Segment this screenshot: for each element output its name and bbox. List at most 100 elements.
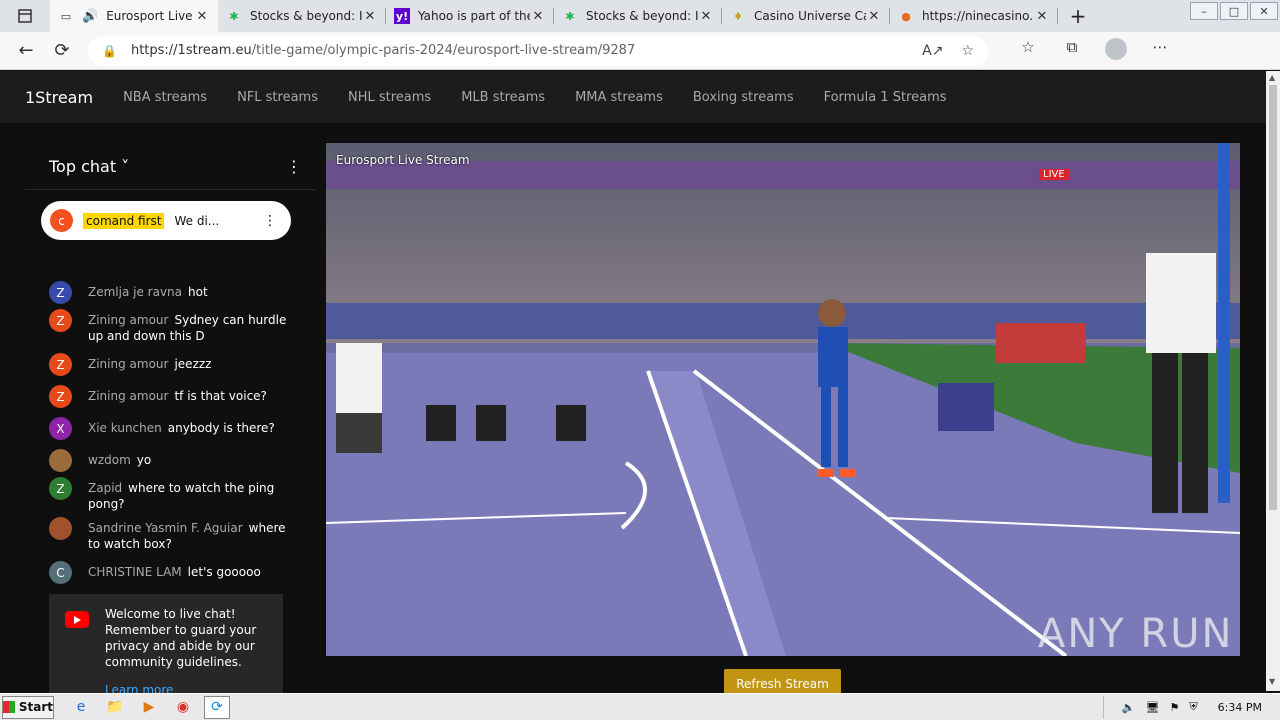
chat-message: C CHRISTINE LAM let's gooooo	[49, 561, 289, 584]
youtube-icon	[65, 611, 89, 628]
avatar[interactable]	[49, 517, 72, 540]
stocks-icon: ✱	[565, 9, 575, 23]
new-tab-button[interactable]: +	[1058, 0, 1098, 32]
tab-title: Yahoo is part of the	[418, 9, 530, 23]
ninecasino-icon: ●	[901, 9, 911, 23]
live-chat-panel: Top chat ˅ ⋮ c comand first We di... ⋮ Z…	[25, 143, 316, 693]
minimize-button[interactable]: –	[1190, 2, 1218, 20]
avatar[interactable]: Z	[49, 385, 72, 408]
tab-title: Stocks & beyond: In	[586, 9, 698, 23]
shield-icon[interactable]: ⛨	[1189, 700, 1197, 714]
profile-avatar[interactable]	[1094, 37, 1138, 64]
nav-link[interactable]: MMA streams	[575, 90, 663, 105]
tab-close-icon[interactable]: ✕	[362, 9, 378, 24]
avatar[interactable]: X	[49, 417, 72, 440]
chat-mode-selector[interactable]: Top chat ˅	[49, 157, 129, 176]
chrome-icon[interactable]: ◉	[170, 696, 196, 719]
pinned-more-icon[interactable]: ⋮	[263, 213, 277, 229]
nav-link[interactable]: NFL streams	[237, 90, 318, 105]
chat-more-icon[interactable]: ⋮	[286, 157, 302, 176]
avatar[interactable]	[49, 449, 72, 472]
pinned-message[interactable]: c comand first We di... ⋮	[41, 201, 291, 240]
message-text: let's gooooo	[187, 565, 261, 579]
message-body: Zemlja je ravna hot	[88, 284, 208, 304]
nav-link[interactable]: Formula 1 Streams	[824, 90, 947, 105]
video-title: Eurosport Live Stream	[336, 153, 470, 167]
windows-taskbar: Start e 📁 ▶ ◉ ⟳ 🔈 🖥 ⚑ ⛨ 6:34 PM	[0, 693, 1280, 720]
more-menu-icon[interactable]: ⋯	[1138, 38, 1182, 64]
author-name[interactable]: Sandrine Yasmin F. Aguiar	[88, 521, 243, 535]
stocks-icon: ✱	[229, 9, 239, 23]
maximize-button[interactable]: □	[1220, 2, 1248, 20]
author-name[interactable]: Zapid	[88, 481, 122, 495]
refresh-stream-button[interactable]: Refresh Stream	[724, 669, 841, 693]
author-name[interactable]: CHRISTINE LAM	[88, 565, 182, 579]
anyrun-watermark: ANY RUN	[1038, 611, 1234, 656]
browser-tab[interactable]: ▭ 🔊 Eurosport Live ✕	[50, 0, 218, 32]
author-name[interactable]: wzdom	[88, 453, 131, 467]
window-controls: – □ ✕	[1190, 0, 1280, 32]
browser-tab[interactable]: y! Yahoo is part of the ✕	[386, 0, 554, 32]
volume-icon[interactable]: 🔈	[1122, 701, 1136, 714]
author-name[interactable]: Zining amour	[88, 357, 168, 371]
avatar[interactable]: C	[49, 561, 72, 584]
message-body: Zining amour tf is that voice?	[88, 388, 267, 408]
favorites-icon[interactable]: ☆	[1006, 38, 1050, 64]
tab-title: Stocks & beyond: In	[250, 9, 362, 23]
close-window-button[interactable]: ✕	[1250, 2, 1278, 20]
add-favorite-icon[interactable]: ☆	[961, 43, 974, 59]
avatar: c	[50, 209, 73, 232]
start-button[interactable]: Start	[2, 695, 54, 719]
tab-close-icon[interactable]: ✕	[1034, 9, 1050, 24]
message-body: Zining amour Sydney can hurdle up and dow…	[88, 312, 289, 344]
message-body: wzdom yo	[88, 452, 151, 472]
refresh-button[interactable]: ⟳	[44, 40, 80, 61]
tab-close-icon[interactable]: ✕	[866, 9, 882, 24]
scrollbar-thumb[interactable]	[1269, 85, 1277, 510]
nav-link[interactable]: MLB streams	[461, 90, 545, 105]
nav-link[interactable]: NHL streams	[348, 90, 431, 105]
avatar[interactable]: Z	[49, 281, 72, 304]
browser-tab[interactable]: ✱ Stocks & beyond: In ✕	[554, 0, 722, 32]
network-icon[interactable]: 🖥	[1146, 701, 1160, 714]
page-icon: ▭	[60, 9, 72, 23]
learn-more-link[interactable]: Learn more	[105, 682, 271, 693]
media-player-icon[interactable]: ▶	[136, 696, 162, 719]
ie-icon[interactable]: e	[68, 696, 94, 719]
avatar[interactable]: Z	[49, 353, 72, 376]
speaker-icon[interactable]: 🔊	[82, 9, 98, 24]
avatar[interactable]: Z	[49, 477, 72, 500]
message-text: yo	[136, 453, 152, 467]
author-name[interactable]: Xie kunchen	[88, 421, 162, 435]
welcome-text: Welcome to live chat! Remember to guard …	[105, 607, 257, 669]
scroll-up-arrow-icon[interactable]: ▲	[1269, 73, 1275, 82]
tab-actions-icon[interactable]	[0, 0, 50, 32]
author-name[interactable]: Zemlja je ravna	[88, 285, 182, 299]
flag-icon[interactable]: ⚑	[1170, 701, 1180, 714]
author-name[interactable]: Zining amour	[88, 389, 168, 403]
page-scrollbar[interactable]: ▲ ▼	[1266, 71, 1280, 691]
site-logo[interactable]: 1Stream	[25, 88, 93, 107]
video-player[interactable]: Eurosport Live Stream LIVE ANY RUN	[326, 143, 1240, 656]
browser-tab[interactable]: ● https://ninecasino. ✕	[890, 0, 1058, 32]
tab-close-icon[interactable]: ✕	[194, 9, 210, 24]
edge-icon[interactable]: ⟳	[204, 695, 230, 719]
browser-tab[interactable]: ✱ Stocks & beyond: In ✕	[218, 0, 386, 32]
back-button[interactable]: ←	[8, 40, 44, 61]
read-aloud-icon[interactable]: A↗	[922, 43, 943, 59]
avatar[interactable]: Z	[49, 309, 72, 332]
lock-icon: 🔒	[102, 43, 117, 58]
collections-icon[interactable]: ⧉	[1050, 38, 1094, 64]
tab-close-icon[interactable]: ✕	[530, 9, 546, 24]
explorer-icon[interactable]: 📁	[102, 696, 128, 719]
message-text: anybody is there?	[167, 421, 275, 435]
url-field[interactable]: 🔒 https://1stream.eu/title-game/olympic-…	[88, 35, 988, 66]
author-name[interactable]: Zining amour	[88, 313, 168, 327]
nav-link[interactable]: Boxing streams	[693, 90, 794, 105]
browser-tab[interactable]: ♦ Casino Universe Ca ✕	[722, 0, 890, 32]
message-body: Xie kunchen anybody is there?	[88, 420, 275, 440]
tab-close-icon[interactable]: ✕	[698, 9, 714, 24]
chat-message: Sandrine Yasmin F. Aguiar where to watch …	[49, 517, 289, 552]
nav-link[interactable]: NBA streams	[123, 90, 207, 105]
scroll-down-arrow-icon[interactable]: ▼	[1269, 677, 1275, 686]
